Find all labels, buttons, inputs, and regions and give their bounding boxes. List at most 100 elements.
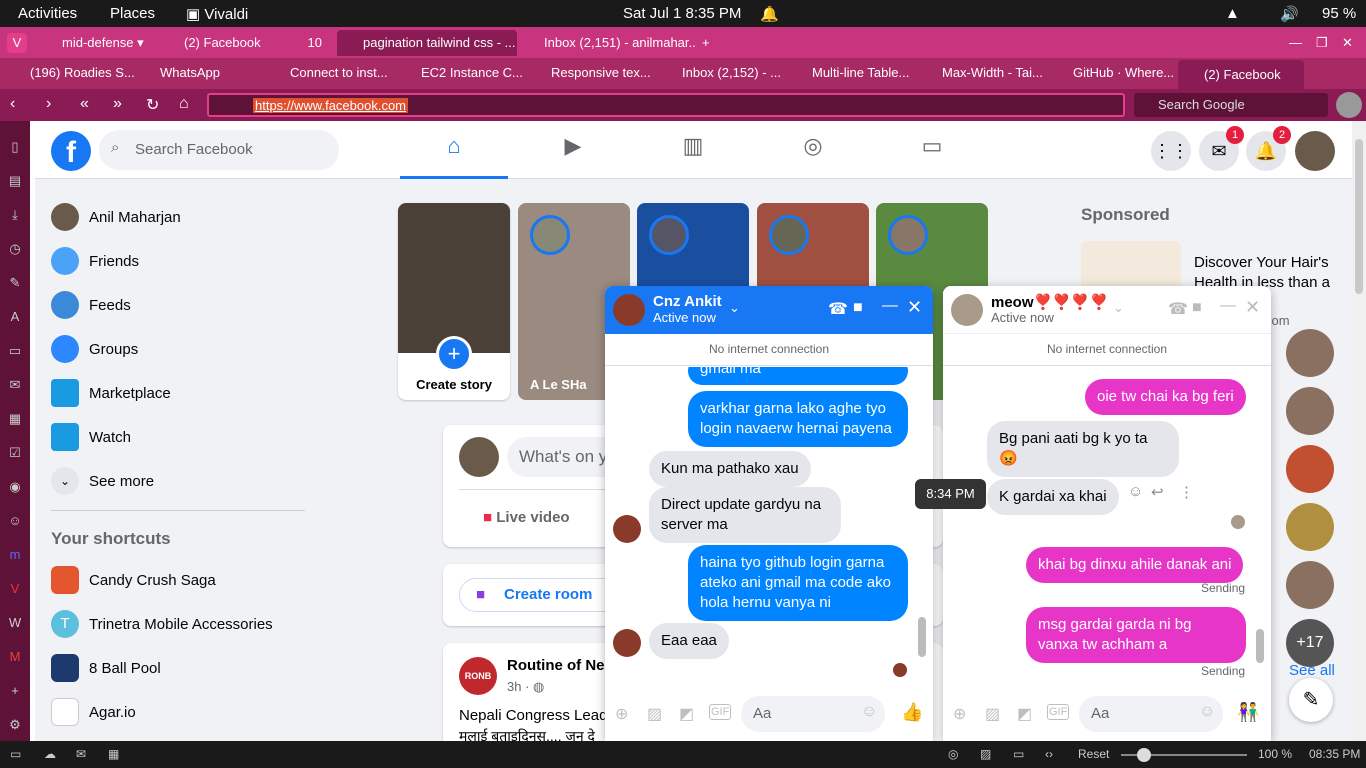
account-avatar[interactable] [1295,131,1335,171]
bookmark-item[interactable]: Max-Width - Tai... [942,65,1043,80]
phone-icon[interactable]: ☎ [1168,299,1188,319]
marketplace-nav-icon[interactable]: ▥ [673,133,713,169]
live-video-button[interactable]: ■ Live video [483,509,570,526]
images-icon[interactable]: ▨ [980,747,991,761]
facebook-logo-icon[interactable]: f [51,131,91,171]
activities-button[interactable]: Activities [18,5,77,22]
message-bubble[interactable]: Kun ma pathako xau [649,451,811,487]
avatar[interactable] [613,294,645,326]
gmail-icon[interactable]: M [7,649,23,665]
bookmark-item[interactable]: Responsive tex... [551,65,651,80]
menu-groups[interactable]: Groups [51,331,138,367]
settings-icon[interactable]: ⚙ [7,717,23,733]
more-options-icon[interactable]: ⋮ [1179,483,1194,501]
tab-inbox[interactable]: Inbox (2,151) - anilmahar... [520,30,695,56]
video-call-icon[interactable]: ■ [1192,299,1202,317]
vivaldi-icon[interactable]: V [7,581,23,597]
tab-pagination[interactable]: pagination tailwind css - ... [337,30,517,56]
bookmark-item[interactable]: GitHub · Where... [1073,65,1174,80]
contact-avatar[interactable] [1286,561,1334,609]
contact-avatar[interactable] [1286,387,1334,435]
calendar-status-icon[interactable]: ▦ [108,747,119,761]
video-call-icon[interactable]: ■ [853,299,863,317]
bookmark-item[interactable]: WhatsApp [160,65,220,80]
wifi-icon[interactable]: ▲ [1225,5,1240,22]
message-bubble[interactable]: varkhar garna lako aghe tyo login navaer… [688,391,908,447]
minimize-icon[interactable]: — [1289,30,1303,56]
image-icon[interactable]: ▨ [985,704,1000,724]
see-all-link[interactable]: See all [1289,662,1335,679]
groups-nav-icon[interactable]: ◎ [793,133,833,169]
shortcut-agario[interactable]: Agar.io [51,694,136,730]
menu-friends[interactable]: Friends [51,243,139,279]
tab-facebook-group[interactable]: (2) Facebook 10 [160,30,330,56]
bookmark-item[interactable]: EC2 Instance C... [421,65,523,80]
thumbs-up-icon[interactable]: 👍 [901,702,923,723]
message-bubble[interactable]: K gardai xa khai [987,479,1119,515]
menu-see-more[interactable]: ⌄ See more [51,463,154,499]
chat-scrollbar[interactable] [917,367,927,677]
zoom-slider[interactable] [1121,748,1247,762]
menu-profile[interactable]: Anil Maharjan [51,199,181,235]
home-icon[interactable]: ⌂ [179,95,189,113]
maximize-icon[interactable]: ❐ [1316,30,1330,56]
gif-icon[interactable]: GIF [1047,704,1070,720]
menu-marketplace[interactable]: Marketplace [51,375,171,411]
close-window-icon[interactable]: ✕ [1342,30,1356,56]
bookmarks-panel-icon[interactable]: ▯ [7,139,23,155]
phone-icon[interactable]: ☎ [828,299,848,319]
translate-icon[interactable]: A [7,309,23,325]
message-bubble[interactable]: Eaa eaa [649,623,729,659]
back-icon[interactable]: ‹ [10,95,15,113]
reading-list-icon[interactable]: ▤ [7,173,23,189]
message-bubble[interactable]: haina tyo github login garna ateko ani g… [688,545,908,621]
gaming-nav-icon[interactable]: ▭ [912,133,952,169]
sticker-icon[interactable]: ◩ [1017,704,1032,724]
tasks-icon[interactable]: ☑ [7,445,23,461]
bell-icon[interactable]: 🔔 [760,5,779,23]
profile-avatar[interactable] [1336,92,1362,118]
page-scrollbar[interactable] [1352,121,1366,741]
chat-name[interactable]: Cnz Ankit [653,293,722,310]
scrollbar-thumb[interactable] [1256,629,1264,663]
fastforward-icon[interactable]: » [113,95,122,113]
facebook-search-input[interactable]: ⌕ Search Facebook [99,130,339,170]
add-panel-icon[interactable]: + [7,683,23,699]
tiling-icon[interactable]: ▭ [1013,747,1024,761]
bookmark-item[interactable]: Multi-line Table... [812,65,909,80]
feeds-icon[interactable]: ◉ [7,479,23,495]
mail-icon[interactable]: ✉ [7,377,23,393]
history-icon[interactable]: ◷ [7,241,23,257]
bookmark-item[interactable]: Connect to inst... [290,65,388,80]
shortcut-candy-crush[interactable]: Candy Crush Saga [51,562,216,598]
tab-mid-defense[interactable]: mid-defense ▾ [38,30,148,56]
new-tab-button[interactable]: + [702,30,716,56]
shortcut-trinetra[interactable]: T Trinetra Mobile Accessories [51,606,273,642]
mail-status-icon[interactable]: ✉ [76,747,86,761]
post-author[interactable]: Routine of Ne [507,657,605,674]
plus-circle-icon[interactable]: ⊕ [615,704,628,724]
create-story-card[interactable]: + Create story [398,203,510,400]
clock[interactable]: Sat Jul 1 8:35 PM [623,5,741,22]
home-nav-icon[interactable]: ⌂ [434,133,474,169]
volume-icon[interactable]: 🔊 [1280,5,1299,23]
close-chat-icon[interactable]: ✕ [1245,297,1260,318]
sync-icon[interactable]: ☁ [44,747,56,761]
minimize-chat-icon[interactable]: — [882,297,898,315]
more-contacts[interactable]: +17 [1286,619,1334,667]
minimize-chat-icon[interactable]: — [1220,297,1236,315]
zoom-reset-button[interactable]: Reset [1078,747,1109,761]
wikipedia-icon[interactable]: W [7,615,23,631]
menu-feeds[interactable]: Feeds [51,287,131,323]
plus-circle-icon[interactable]: ⊕ [953,704,966,724]
forward-icon[interactable]: › [46,95,51,113]
message-bubble[interactable]: khai bg dinxu ahile danak ani [1026,547,1244,583]
message-bubble[interactable]: msg gardai garda ni bg vanxa tw achham a [1026,607,1246,663]
zoom-slider-handle[interactable] [1137,748,1151,762]
app-menu[interactable]: ▣ Vivaldi [186,5,248,23]
sticker-icon[interactable]: ◩ [679,704,694,724]
bookmark-item[interactable]: (196) Roadies S... [30,65,135,80]
page-logo[interactable]: RONB [459,657,497,695]
rewind-icon[interactable]: « [80,95,89,113]
places-menu[interactable]: Places [110,5,155,22]
